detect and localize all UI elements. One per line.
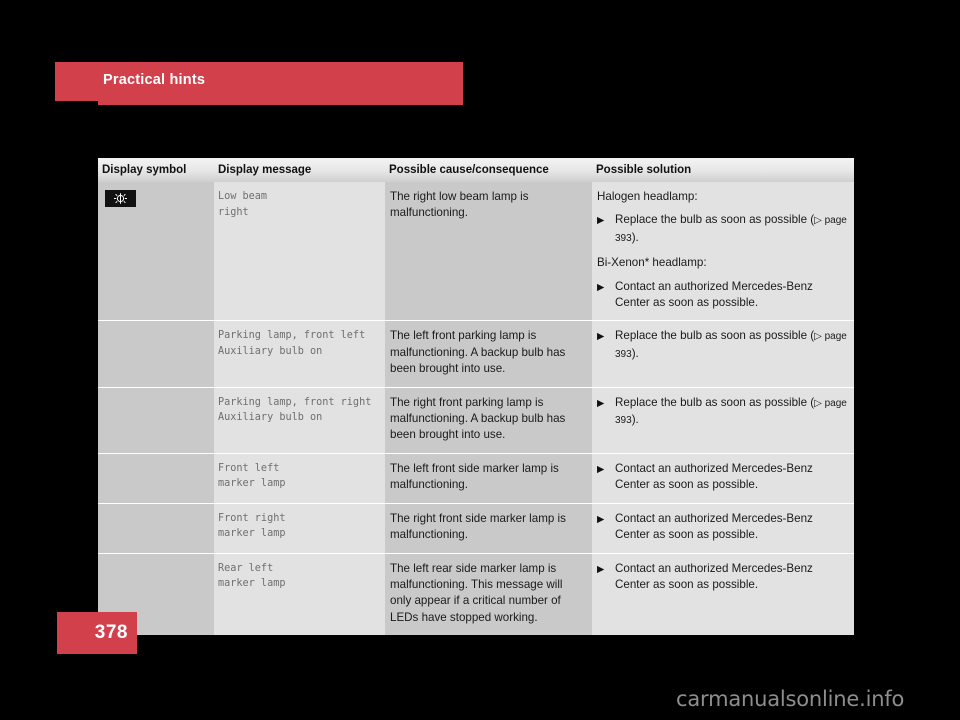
section-banner: Practical hints bbox=[55, 62, 463, 106]
solution-bullet: ▶ Replace the bulb as soon as possible (▷… bbox=[597, 328, 850, 363]
cell-possible-solution: ▶ Contact an authorized Mercedes-Benz Cen… bbox=[592, 453, 854, 503]
solution-bullet-text: Replace the bulb as soon as possible (▷ … bbox=[615, 395, 847, 427]
solution-bullet: ▶ Replace the bulb as soon as possible (▷… bbox=[597, 395, 850, 430]
cell-possible-solution: ▶ Replace the bulb as soon as possible (▷… bbox=[592, 387, 854, 453]
column-header-display-symbol: Display symbol bbox=[102, 164, 187, 176]
table-row: Low beam right The right low beam lamp is… bbox=[98, 182, 854, 321]
display-message-text: Parking lamp, front right Auxiliary bulb… bbox=[218, 396, 372, 424]
possible-cause-text: The right front parking lamp is malfunct… bbox=[390, 395, 566, 442]
cell-display-message: Low beam right bbox=[214, 182, 385, 321]
solution-bullet-text: Replace the bulb as soon as possible (▷ … bbox=[615, 329, 847, 360]
manual-page: Practical hints Display symbol Display m… bbox=[0, 0, 960, 720]
solution-bullet-text: Contact an authorized Mercedes-Benz Cent… bbox=[615, 279, 813, 310]
display-message-text: Rear left marker lamp bbox=[218, 562, 286, 590]
cell-possible-cause: The left rear side marker lamp is malfun… bbox=[385, 553, 592, 636]
cell-possible-cause: The right front parking lamp is malfunct… bbox=[385, 387, 592, 453]
column-header-possible-solution: Possible solution bbox=[596, 164, 692, 176]
display-message-text: Front right marker lamp bbox=[218, 512, 286, 540]
cell-possible-solution: ▶ Contact an authorized Mercedes-Benz Cen… bbox=[592, 553, 854, 636]
solution-lead-text: Bi-Xenon* headlamp: bbox=[597, 256, 707, 270]
cell-display-symbol bbox=[98, 503, 214, 553]
column-header-display-message: Display message bbox=[218, 164, 312, 176]
solution-bullet-text: Contact an authorized Mercedes-Benz Cent… bbox=[615, 461, 813, 492]
solution-bullet-text: Contact an authorized Mercedes-Benz Cent… bbox=[615, 511, 813, 542]
page-reference[interactable]: ▷ page 393 bbox=[615, 398, 847, 426]
solution-bullet-text: Contact an authorized Mercedes-Benz Cent… bbox=[615, 561, 813, 591]
table-row: Rear left marker lamp The left rear side … bbox=[98, 552, 854, 636]
page-reference[interactable]: ▷ page 393 bbox=[615, 215, 847, 243]
column-header-possible-cause: Possible cause/consequence bbox=[389, 164, 549, 176]
possible-cause-text: The right front side marker lamp is malf… bbox=[390, 511, 566, 542]
cell-display-message: Front right marker lamp bbox=[214, 503, 385, 553]
bullet-triangle-icon: ▶ bbox=[597, 397, 605, 409]
bullet-triangle-icon: ▶ bbox=[597, 463, 605, 475]
cell-possible-cause: The left front parking lamp is malfuncti… bbox=[385, 321, 592, 387]
watermark: carmanualsonline.info bbox=[676, 687, 905, 711]
cell-possible-solution: Halogen headlamp: ▶ Replace the bulb as so… bbox=[592, 182, 854, 321]
cell-display-message: Parking lamp, front right Auxiliary bulb… bbox=[214, 387, 385, 453]
cell-display-message: Front left marker lamp bbox=[214, 453, 385, 503]
possible-cause-text: The left front parking lamp is malfuncti… bbox=[390, 329, 566, 376]
table-row: Parking lamp, front left Auxiliary bulb … bbox=[98, 320, 854, 387]
bullet-triangle-icon: ▶ bbox=[597, 563, 605, 575]
page-reference[interactable]: ▷ page 393 bbox=[615, 331, 847, 359]
solution-bullet: ▶ Contact an authorized Mercedes-Benz Cen… bbox=[597, 461, 850, 494]
cell-display-message: Parking lamp, front left Auxiliary bulb … bbox=[214, 321, 385, 387]
cell-display-symbol bbox=[98, 321, 214, 387]
bullet-triangle-icon: ▶ bbox=[597, 215, 605, 227]
table-row: Front left marker lamp The left front sid… bbox=[98, 452, 854, 503]
cell-possible-cause: The left front side marker lamp is malfu… bbox=[385, 453, 592, 503]
bullet-triangle-icon: ▶ bbox=[597, 281, 605, 293]
cell-display-symbol bbox=[98, 453, 214, 503]
solution-bullet: ▶ Contact an authorized Mercedes-Benz Cen… bbox=[597, 279, 850, 312]
page-title: Practical hints bbox=[103, 72, 206, 88]
bullet-triangle-icon: ▶ bbox=[597, 513, 605, 525]
page-number-box: 378 bbox=[57, 612, 137, 654]
possible-cause-text: The left rear side marker lamp is malfun… bbox=[390, 561, 563, 624]
cell-possible-solution: ▶ Contact an authorized Mercedes-Benz Cen… bbox=[592, 503, 854, 553]
cell-possible-solution: ▶ Replace the bulb as soon as possible (▷… bbox=[592, 321, 854, 387]
cell-display-message: Rear left marker lamp bbox=[214, 553, 385, 636]
solution-bullet-text: Replace the bulb as soon as possible (▷ … bbox=[615, 213, 847, 244]
bullet-triangle-icon: ▶ bbox=[597, 331, 605, 343]
page-number: 378 bbox=[94, 622, 128, 643]
display-message-text: Front left marker lamp bbox=[218, 462, 286, 490]
cell-possible-cause: The right front side marker lamp is malf… bbox=[385, 503, 592, 553]
solution-bullet: ▶ Contact an authorized Mercedes-Benz Cen… bbox=[597, 561, 850, 594]
table-body: Low beam right The right low beam lamp is… bbox=[98, 182, 854, 636]
banner-left-block bbox=[55, 62, 98, 101]
solution-bullet: ▶ Replace the bulb as soon as possible (▷… bbox=[597, 212, 850, 247]
cell-possible-cause: The right low beam lamp is malfunctionin… bbox=[385, 182, 592, 321]
possible-cause-text: The right low beam lamp is malfunctionin… bbox=[390, 190, 529, 220]
display-message-text: Parking lamp, front left Auxiliary bulb … bbox=[218, 330, 366, 358]
possible-cause-text: The left front side marker lamp is malfu… bbox=[390, 461, 559, 492]
table-header-row: Display symbol Display message Possible … bbox=[98, 158, 854, 182]
cell-display-symbol bbox=[98, 182, 214, 321]
solution-lead-text: Halogen headlamp: bbox=[597, 190, 698, 203]
low-beam-lamp-icon bbox=[105, 190, 136, 207]
table-row: Parking lamp, front right Auxiliary bulb… bbox=[98, 386, 854, 453]
solution-bullet: ▶ Contact an authorized Mercedes-Benz Cen… bbox=[597, 511, 850, 544]
display-messages-table: Display symbol Display message Possible … bbox=[98, 158, 854, 636]
low-beam-lamp-glyph bbox=[114, 193, 127, 204]
display-message-text: Low beam right bbox=[218, 191, 268, 218]
cell-display-symbol bbox=[98, 387, 214, 453]
table-row: Front right marker lamp The right front s… bbox=[98, 502, 854, 553]
